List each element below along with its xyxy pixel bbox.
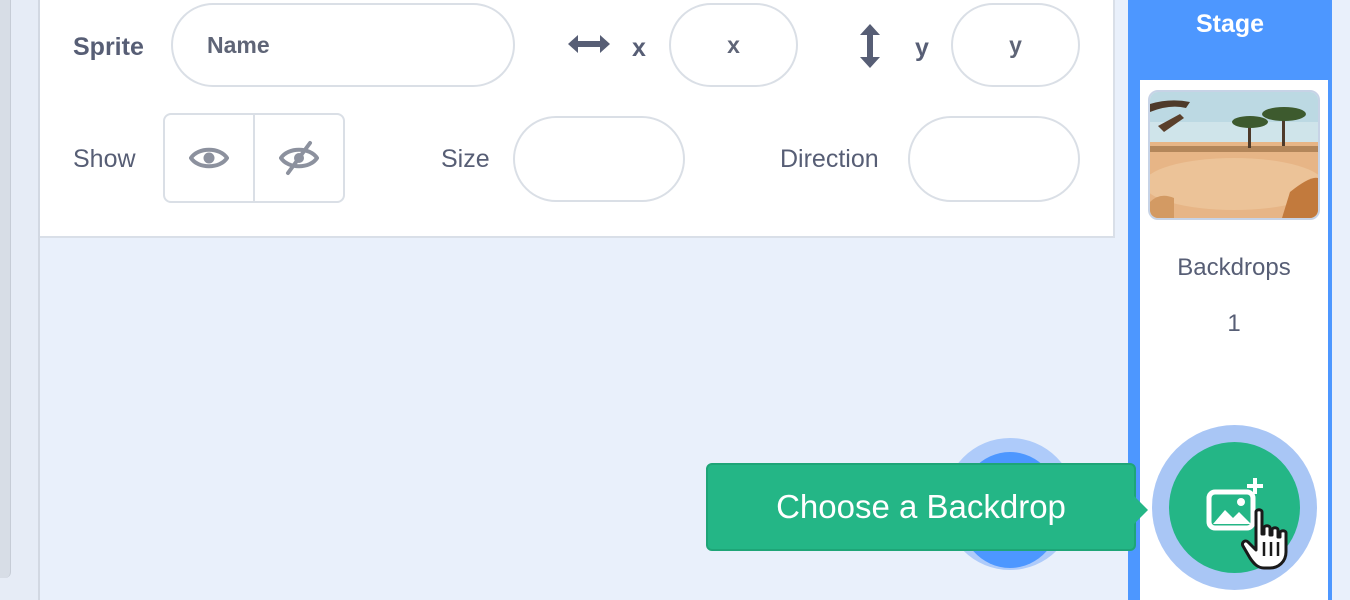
hide-button[interactable] [253, 115, 343, 201]
hand-pointer-icon [1241, 508, 1288, 570]
eye-icon [189, 147, 229, 169]
backdrops-count: 1 [1227, 310, 1241, 337]
x-label: x [632, 34, 646, 62]
sprite-label: Sprite [73, 33, 144, 61]
size-input[interactable] [513, 116, 685, 202]
choose-backdrop-tooltip: Choose a Backdrop [706, 463, 1136, 551]
show-label: Show [73, 145, 136, 173]
direction-input[interactable] [908, 116, 1080, 202]
direction-label: Direction [780, 145, 879, 173]
size-label: Size [441, 145, 490, 173]
horizontal-arrows-icon [568, 35, 610, 53]
sprite-info-panel: Sprite Name x x y y Show Size Direction [40, 0, 1115, 238]
y-label: y [915, 34, 929, 62]
y-input[interactable]: y [951, 3, 1080, 87]
tooltip-text: Choose a Backdrop [776, 488, 1066, 525]
eye-slash-icon [279, 141, 319, 175]
right-edge [1332, 0, 1350, 600]
backdrop-thumbnail[interactable] [1148, 90, 1320, 220]
backdrops-label: Backdrops [1177, 254, 1291, 281]
x-input[interactable]: x [669, 3, 798, 87]
visibility-toggle-group [163, 113, 345, 203]
vertical-arrows-icon [860, 24, 880, 68]
stage-title: Stage [1195, 10, 1265, 38]
tooltip-arrow [1134, 496, 1148, 524]
savanna-backdrop-image [1150, 92, 1318, 218]
left-scrollbar[interactable] [0, 0, 11, 578]
show-button[interactable] [165, 115, 253, 201]
sprite-name-input[interactable]: Name [171, 3, 515, 87]
